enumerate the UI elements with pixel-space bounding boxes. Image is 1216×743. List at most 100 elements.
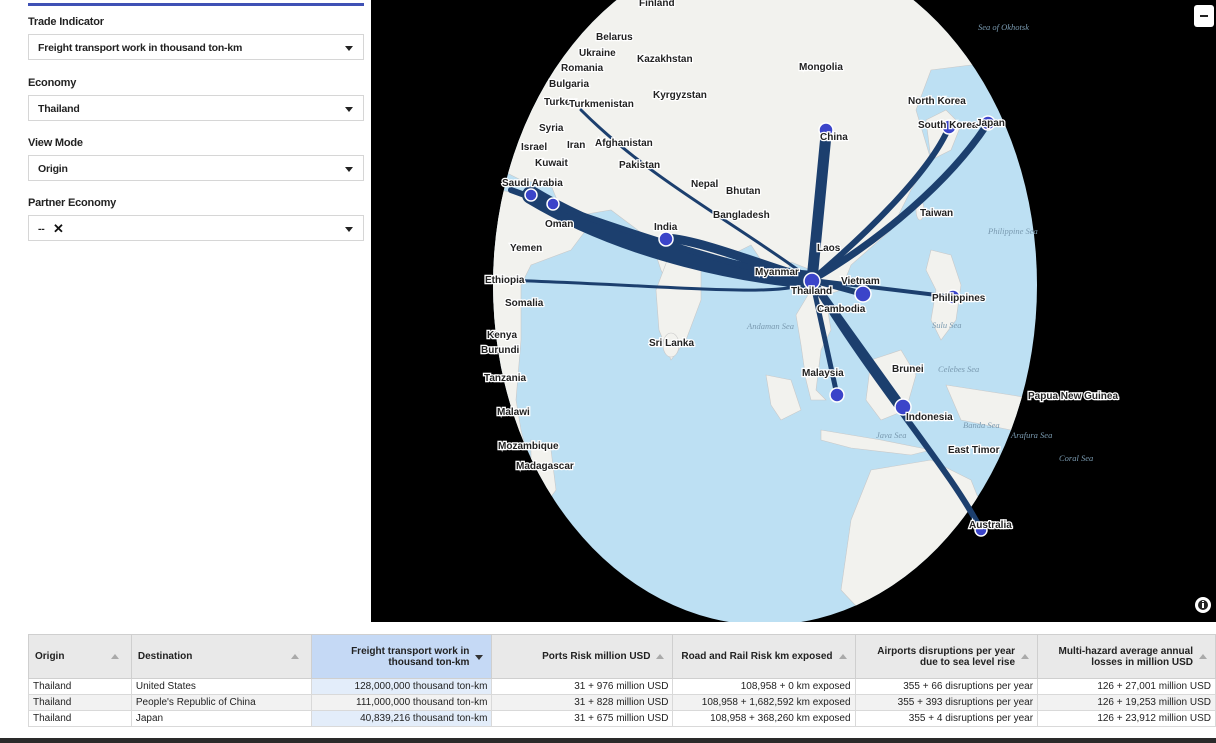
map-label: Finland	[639, 0, 675, 9]
map-label: Iran	[567, 140, 585, 151]
trade-flow-map[interactable]: Finland Belarus Ukraine Romania Bulgaria…	[371, 0, 1216, 622]
cell-road-rail: 108,958 + 368,260 km exposed	[672, 710, 856, 727]
map-label: Indonesia	[906, 412, 953, 423]
chevron-down-icon	[345, 167, 353, 172]
cell-airports: 355 + 393 disruptions per year	[854, 694, 1039, 711]
map-label: Kuwait	[535, 158, 568, 169]
map-label: Bulgaria	[549, 79, 589, 90]
map-label: Kazakhstan	[637, 54, 693, 65]
sea-label: Andaman Sea	[746, 321, 794, 331]
map-label: Brunei	[892, 364, 924, 375]
column-header-road-rail-risk[interactable]: Road and Rail Risk km exposed	[672, 634, 856, 679]
column-header-multi-hazard[interactable]: Multi-hazard average annual losses in mi…	[1037, 634, 1216, 679]
sort-icon	[656, 654, 665, 659]
map-label: Malaysia	[802, 368, 844, 379]
filter-sidebar: Trade Indicator Freight transport work i…	[0, 0, 371, 622]
partner-economy-value: --	[38, 223, 45, 235]
map-label: Cambodia	[817, 304, 866, 315]
sea-label: Java Sea	[876, 430, 906, 440]
minus-icon	[1200, 15, 1208, 17]
map-label: Kenya	[487, 330, 517, 341]
column-label: Road and Rail Risk km exposed	[681, 651, 833, 662]
chevron-down-icon	[345, 46, 353, 51]
map-label: Tanzania	[484, 373, 526, 384]
cell-destination: People's Republic of China	[130, 694, 312, 711]
cell-destination: Japan	[130, 710, 312, 727]
clear-icon[interactable]: ✕	[53, 221, 64, 237]
sea-label: Coral Sea	[1059, 453, 1093, 463]
zoom-out-button[interactable]	[1194, 5, 1214, 27]
column-header-freight[interactable]: Freight transport work in thousand ton-k…	[310, 634, 493, 679]
cell-origin: Thailand	[28, 710, 132, 727]
sea-label: Arafura Sea	[1010, 430, 1052, 440]
results-table-container: Origin Destination Freight transport wor…	[28, 634, 1216, 743]
cell-ports-risk: 31 + 675 million USD	[491, 710, 674, 727]
economy-select[interactable]: Thailand	[28, 95, 364, 121]
globe-svg[interactable]: Finland Belarus Ukraine Romania Bulgaria…	[371, 0, 1216, 622]
sort-icon	[838, 654, 847, 659]
sort-icon	[1021, 654, 1030, 659]
chevron-down-icon	[345, 107, 353, 112]
sea-label: Philippine Sea	[987, 226, 1038, 236]
map-label: Mozambique	[498, 441, 559, 452]
map-label: Bhutan	[726, 186, 760, 197]
trade-indicator-label: Trade Indicator	[28, 16, 104, 28]
cell-multi-hazard: 126 + 19,253 million USD	[1037, 694, 1216, 711]
cell-road-rail: 108,958 + 0 km exposed	[672, 678, 856, 695]
cell-freight: 128,000,000 thousand ton-km	[310, 678, 493, 695]
map-label: Nepal	[691, 179, 718, 190]
map-label: Romania	[561, 63, 604, 74]
column-header-ports-risk[interactable]: Ports Risk million USD	[491, 634, 674, 679]
cell-origin: Thailand	[28, 678, 132, 695]
sort-icon	[1199, 654, 1207, 659]
info-button[interactable]	[1195, 597, 1211, 613]
map-label: South Korea	[918, 120, 978, 131]
map-label: Mongolia	[799, 62, 843, 73]
partner-economy-select[interactable]: -- ✕	[28, 215, 364, 241]
view-mode-label: View Mode	[28, 137, 83, 149]
economy-value: Thailand	[38, 103, 80, 115]
map-label: Australia	[969, 520, 1012, 531]
partner-economy-label: Partner Economy	[28, 197, 117, 209]
sea-label: Banda Sea	[963, 420, 1000, 430]
map-label: Bangladesh	[713, 210, 770, 221]
map-label: Thailand	[791, 286, 832, 297]
cell-ports-risk: 31 + 976 million USD	[491, 678, 674, 695]
cell-multi-hazard: 126 + 27,001 million USD	[1037, 678, 1216, 695]
map-label: Malawi	[497, 407, 530, 418]
map-label: Turkmenistan	[569, 99, 634, 110]
map-label: Papua New Guinea	[1028, 391, 1118, 402]
map-label: Belarus	[596, 32, 633, 43]
map-label: Yemen	[510, 243, 542, 254]
sort-icon	[290, 654, 299, 659]
cell-freight: 111,000,000 thousand ton-km	[310, 694, 493, 711]
view-mode-select[interactable]: Origin	[28, 155, 364, 181]
map-label: Japan	[976, 118, 1005, 129]
column-header-destination[interactable]: Destination	[130, 634, 312, 679]
column-label: Airports disruptions per year due to sea…	[877, 645, 1016, 668]
sea-label: Celebes Sea	[938, 364, 979, 374]
results-table: Origin Destination Freight transport wor…	[28, 634, 1216, 727]
map-label: China	[820, 132, 848, 143]
economy-label: Economy	[28, 77, 77, 89]
cell-road-rail: 108,958 + 1,682,592 km exposed	[672, 694, 856, 711]
map-label: India	[654, 222, 678, 233]
cell-airports: 355 + 4 disruptions per year	[854, 710, 1039, 727]
map-label: Oman	[545, 219, 573, 230]
column-header-airports[interactable]: Airports disruptions per year due to sea…	[854, 634, 1039, 679]
chevron-down-icon	[345, 227, 353, 232]
map-label: Burundi	[481, 345, 520, 356]
cell-ports-risk: 31 + 828 million USD	[491, 694, 674, 711]
horizontal-scrollbar[interactable]	[0, 738, 1216, 743]
cell-origin: Thailand	[28, 694, 132, 711]
table-row[interactable]: Thailand United States 128,000,000 thous…	[28, 678, 1216, 695]
column-header-origin[interactable]: Origin	[28, 634, 132, 679]
map-label: Philippines	[932, 293, 986, 304]
sort-icon	[110, 654, 119, 659]
table-row[interactable]: Thailand Japan 40,839,216 thousand ton-k…	[28, 710, 1216, 727]
map-label: Vietnam	[841, 276, 880, 287]
column-label: Origin	[35, 651, 65, 662]
table-row[interactable]: Thailand People's Republic of China 111,…	[28, 694, 1216, 711]
trade-indicator-select[interactable]: Freight transport work in thousand ton-k…	[28, 34, 364, 60]
map-label: Saudi Arabia	[502, 178, 563, 189]
